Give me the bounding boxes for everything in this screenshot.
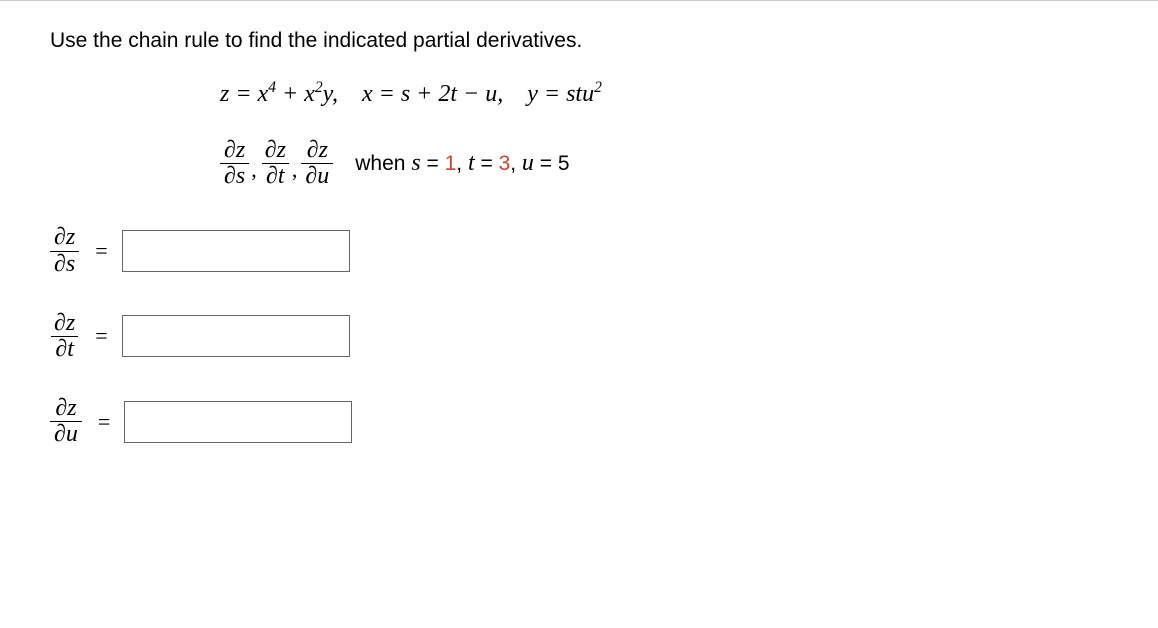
sep1: , — [456, 152, 468, 175]
u-value: 5 — [558, 152, 570, 175]
t-var: t — [468, 150, 475, 176]
answer-input-dt[interactable] — [122, 315, 350, 357]
s-var: s — [411, 150, 420, 176]
spacer2 — [503, 81, 521, 107]
label-frac-dz-du: ∂z ∂u — [50, 396, 82, 447]
when-word: when — [355, 152, 411, 175]
answer-row-dt: ∂z ∂t = — [50, 311, 1158, 362]
num: ∂z — [303, 138, 332, 163]
answer-input-du[interactable] — [124, 401, 352, 443]
num: ∂z — [51, 396, 80, 421]
den: ∂s — [220, 163, 249, 189]
comma: , — [290, 157, 302, 183]
eq2: = — [475, 152, 499, 175]
eq1: = — [421, 152, 445, 175]
num: ∂z — [50, 225, 79, 250]
answer-section: ∂z ∂s = ∂z ∂t = ∂z ∂u = — [50, 225, 1158, 447]
z-def-part1: z = x — [220, 81, 268, 107]
frac-dz-du: ∂z ∂u — [301, 138, 333, 189]
spacer — [338, 81, 356, 107]
equals-sign: = — [95, 238, 107, 264]
den: ∂u — [301, 163, 333, 189]
num: ∂z — [261, 138, 290, 163]
y-def-exp: 2 — [594, 79, 602, 96]
num: ∂z — [220, 138, 249, 163]
equals-sign: = — [95, 323, 107, 349]
x-def: x = s + 2t − u, — [356, 81, 503, 107]
s-value: 1 — [445, 152, 457, 175]
derivative-list-line: ∂z ∂s , ∂z ∂t , ∂z ∂u when s = 1, t = 3,… — [220, 138, 1158, 189]
y-term: y, — [323, 81, 338, 107]
answer-row-du: ∂z ∂u = — [50, 396, 1158, 447]
label-frac-dz-dt: ∂z ∂t — [50, 311, 79, 362]
answer-input-ds[interactable] — [122, 230, 350, 272]
sep2: , — [510, 152, 522, 175]
label-frac-dz-ds: ∂z ∂s — [50, 225, 79, 276]
problem-prompt: Use the chain rule to find the indicated… — [50, 29, 1158, 53]
y-def-pre: y = stu — [521, 81, 594, 107]
answer-row-ds: ∂z ∂s = — [50, 225, 1158, 276]
exp-4: 4 — [268, 79, 276, 96]
equals-sign: = — [98, 409, 110, 435]
den: ∂t — [262, 163, 289, 189]
frac-dz-ds: ∂z ∂s — [220, 138, 249, 189]
equation-definitions: z = x4 + x2y, x = s + 2t − u, y = stu2 — [220, 81, 1158, 108]
comma: , — [249, 157, 261, 183]
eq3: = — [534, 152, 558, 175]
t-value: 3 — [499, 152, 511, 175]
when-clause: when s = 1, t = 3, u = 5 — [355, 150, 569, 177]
den: ∂u — [50, 421, 82, 447]
plus-x: + x — [276, 81, 315, 107]
frac-dz-dt: ∂z ∂t — [261, 138, 290, 189]
den: ∂t — [51, 336, 78, 362]
exp-2: 2 — [315, 79, 323, 96]
u-var: u — [522, 150, 534, 176]
den: ∂s — [50, 251, 79, 277]
num: ∂z — [50, 311, 79, 336]
